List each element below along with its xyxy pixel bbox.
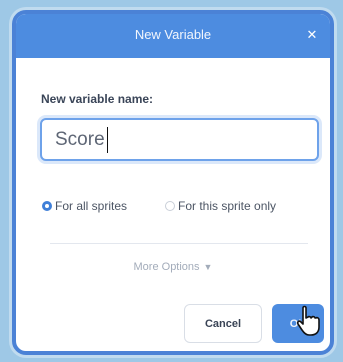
new-variable-dialog: New Variable ✕ New variable name: Score … xyxy=(12,10,334,355)
hand-cursor-icon xyxy=(296,305,320,336)
close-icon: ✕ xyxy=(306,28,318,43)
variable-name-input[interactable]: Score xyxy=(40,118,319,161)
radio-unchecked-icon xyxy=(165,201,175,211)
close-button[interactable]: ✕ xyxy=(302,26,322,46)
dialog-title: New Variable xyxy=(134,27,212,42)
scope-radio-group: For all sprites For this sprite only xyxy=(42,199,320,215)
dialog-header: New Variable ✕ xyxy=(16,14,330,58)
radio-for-all-sprites[interactable]: For all sprites xyxy=(42,199,127,213)
cancel-button[interactable]: Cancel xyxy=(184,304,262,343)
divider xyxy=(50,243,308,244)
radio-label: For this sprite only xyxy=(178,199,277,213)
more-options-label: More Options xyxy=(133,261,200,273)
radio-label: For all sprites xyxy=(55,199,128,213)
radio-checked-icon xyxy=(42,201,52,211)
variable-name-value: Score xyxy=(55,128,105,150)
variable-name-label: New variable name: xyxy=(41,92,154,106)
radio-for-this-sprite-only[interactable]: For this sprite only xyxy=(165,199,276,213)
cancel-label: Cancel xyxy=(204,317,242,330)
text-caret xyxy=(106,126,108,153)
more-options-toggle[interactable]: More Options ▼ xyxy=(16,261,330,273)
chevron-down-icon: ▼ xyxy=(203,262,213,272)
